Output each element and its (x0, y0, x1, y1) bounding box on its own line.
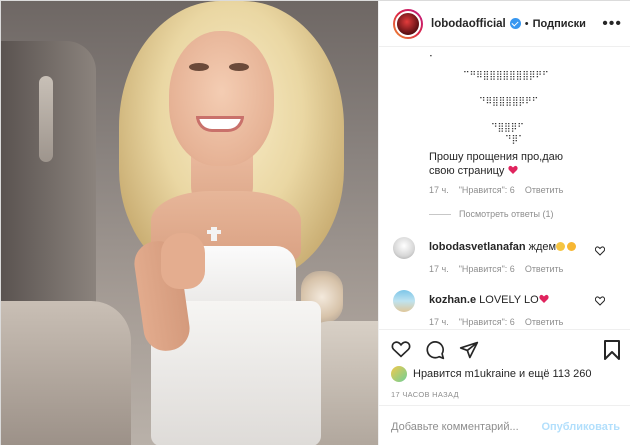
comment-likes[interactable]: "Нравится": 6 (459, 317, 515, 327)
replies-line (429, 213, 451, 215)
liker-avatar[interactable] (391, 366, 407, 382)
emoji-art-line: ⠉⠛⠿⣿⣿⣿⣿⣿⣿⣿⡿⠟⠋ (463, 71, 549, 81)
comment-time: 17 ч. (429, 185, 449, 195)
comment-meta: 17 ч. "Нравится": 6 Ответить (429, 185, 563, 195)
red-heart-icon (539, 294, 549, 303)
cross-pendant (207, 227, 221, 241)
reply-link[interactable]: Ответить (525, 317, 563, 327)
add-comment-bar: Добавьте комментарий... Опубликовать (379, 405, 630, 445)
seat-left (1, 301, 131, 445)
emoji-art-line: ⠙⣿⣿⡿⠋ (491, 123, 524, 133)
person-eye-right (229, 63, 249, 71)
likes-text[interactable]: Нравится m1ukraine и ещё 113 260 (413, 368, 592, 380)
post-actions: Нравится m1ukraine и ещё 113 260 17 часо… (379, 329, 630, 445)
publish-button[interactable]: Опубликовать (541, 421, 620, 433)
emoji-art-line: ⠙⡿⠁ (505, 135, 525, 145)
commenter-username[interactable]: kozhan.e (429, 294, 476, 306)
like-comment-heart-icon[interactable] (595, 296, 605, 306)
comment-likes[interactable]: "Нравится": 6 (459, 264, 515, 274)
post-photo[interactable] (1, 1, 378, 445)
comment-meta: 17 ч. "Нравится": 6 Ответить (429, 317, 563, 327)
likes-summary[interactable]: Нравится m1ukraine и ещё 113 260 (391, 366, 592, 382)
hand-emoji-icon (556, 242, 566, 251)
reply-link[interactable]: Ответить (525, 264, 563, 274)
post-sidebar: lobodaofficial • Подписки ••• ⠁ ⠉⠛⠿⣿⣿⣿⣿⣿… (378, 1, 630, 445)
instagram-post: lobodaofficial • Подписки ••• ⠁ ⠉⠛⠿⣿⣿⣿⣿⣿… (0, 0, 630, 445)
view-replies-link[interactable]: Посмотреть ответы (1) (429, 209, 554, 219)
following-button[interactable]: Подписки (533, 18, 586, 30)
person-hand (161, 233, 205, 289)
person-face (169, 31, 274, 166)
comment-input[interactable]: Добавьте комментарий... (391, 421, 541, 433)
commenter-avatar[interactable] (393, 290, 415, 312)
comment-time: 17 ч. (429, 317, 449, 327)
comment-body: LOVELY LO (479, 294, 539, 306)
action-icons (391, 340, 479, 360)
heart-eyes-emoji-icon (567, 242, 577, 251)
comment-likes[interactable]: "Нравится": 6 (459, 185, 515, 195)
commenter-avatar[interactable] (393, 237, 415, 259)
bookmark-icon[interactable] (604, 340, 620, 360)
like-comment-heart-icon[interactable] (595, 246, 605, 256)
verified-badge-icon (509, 18, 521, 29)
comment-text: Прошу прощения про,даю свою страницу (429, 151, 564, 177)
emoji-art-line: ⠁ (429, 55, 436, 65)
red-heart-icon (507, 165, 518, 174)
like-heart-icon[interactable] (391, 340, 411, 358)
emoji-art-line: ⠙⠿⣿⣿⣿⣿⡿⠟⠋ (479, 97, 539, 107)
view-replies-label[interactable]: Посмотреть ответы (1) (459, 209, 554, 219)
comments-list[interactable]: ⠁ ⠉⠛⠿⣿⣿⣿⣿⣿⣿⣿⡿⠟⠋ ⠙⠿⣿⣿⣿⣿⡿⠟⠋ ⠙⣿⣿⡿⠋ ⠙⡿⠁ Прош… (379, 47, 630, 329)
cabin-wall-panel (1, 41, 96, 341)
comment-text: kozhan.e LOVELY LO (429, 293, 549, 307)
username-link[interactable]: lobodaofficial (431, 18, 506, 30)
reply-link[interactable]: Ответить (525, 185, 563, 195)
comment-time: 17 ч. (429, 264, 449, 274)
comment-text: lobodasvetlanafan ждем (429, 240, 577, 254)
commenter-username[interactable]: lobodasvetlanafan (429, 241, 526, 253)
person-eye-left (189, 63, 209, 71)
post-time: 17 часов назад (391, 390, 459, 399)
post-header: lobodaofficial • Подписки ••• (379, 1, 630, 47)
share-icon[interactable] (459, 340, 479, 360)
comment-meta: 17 ч. "Нравится": 6 Ответить (429, 264, 563, 274)
separator-dot: • (524, 17, 529, 30)
more-options-icon[interactable]: ••• (602, 15, 622, 33)
comment-body: ждем (528, 241, 557, 253)
avatar[interactable] (393, 8, 423, 39)
comment-icon[interactable] (425, 340, 445, 360)
